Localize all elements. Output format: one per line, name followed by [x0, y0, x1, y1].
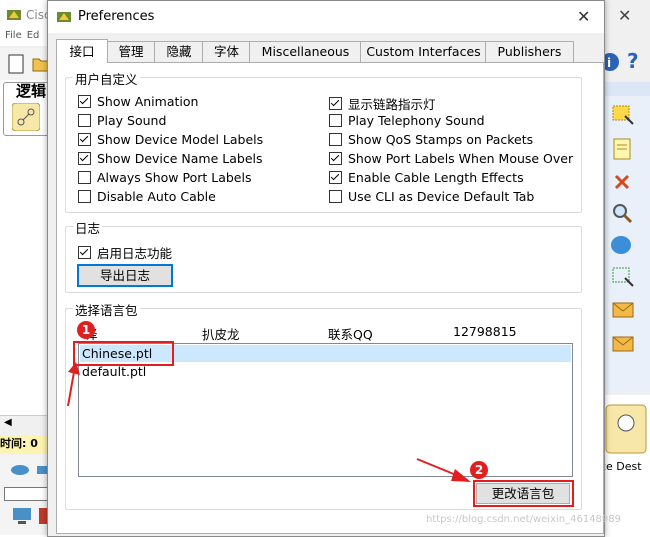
checkbox-link-lights-label: 显示链路指示灯 [348, 97, 436, 112]
logical-topology-icon [12, 103, 40, 131]
delete-tool-icon[interactable] [614, 174, 630, 190]
checkbox-disable-auto-cable[interactable]: Disable Auto Cable [78, 189, 216, 204]
checkbox-qos-stamps-box[interactable] [329, 133, 342, 146]
pdu-list-header: ce Dest [600, 460, 642, 473]
annotation-arrow-1 [67, 362, 80, 407]
checkbox-port-labels-mouse-over-box[interactable] [329, 152, 342, 165]
new-file-icon[interactable] [8, 54, 24, 74]
checkbox-enable-log[interactable]: 启用日志功能 [78, 243, 172, 262]
help-question-icon[interactable]: ? [624, 50, 644, 72]
export-log-button[interactable]: 导出日志 [77, 264, 173, 287]
router-icon[interactable] [10, 463, 30, 477]
menu-edit[interactable]: Ed [27, 30, 40, 41]
device-palette[interactable] [0, 455, 52, 535]
checkbox-device-name-labels-box[interactable] [78, 152, 91, 165]
annotation-arrow-2 [416, 458, 471, 482]
checkbox-cable-length-effects-label: Enable Cable Length Effects [348, 170, 524, 185]
checkbox-cable-length-effects-box[interactable] [329, 171, 342, 184]
checkbox-cli-default-tab[interactable]: Use CLI as Device Default Tab [329, 189, 534, 204]
background-toolbar [0, 48, 52, 80]
checkbox-telephony-sound[interactable]: Play Telephony Sound [329, 113, 485, 128]
background-menubar: File Ed [0, 30, 52, 46]
resize-shape-icon[interactable] [611, 266, 635, 288]
tab-hide[interactable]: 隐藏 [154, 41, 204, 62]
checkbox-device-model-labels[interactable]: Show Device Model Labels [78, 132, 263, 147]
add-simple-pdu-icon[interactable] [611, 300, 635, 320]
tab-miscellaneous[interactable]: Miscellaneous [249, 41, 362, 62]
annotation-highlight-change-button [473, 480, 574, 507]
checkbox-enable-log-box[interactable] [78, 246, 91, 259]
tab-interface[interactable]: 接口 [56, 39, 108, 63]
language-header-contact: 联系QQ [328, 327, 373, 342]
language-header-qq: 12798815 [453, 324, 517, 339]
dialog-title: Preferences [78, 9, 155, 24]
checkbox-cli-default-tab-label: Use CLI as Device Default Tab [348, 189, 535, 204]
annotation-badge-1: 1 [77, 321, 95, 339]
time-label: 时间: 0 [0, 435, 50, 453]
checkbox-device-name-labels-label: Show Device Name Labels [97, 151, 263, 166]
checkbox-disable-auto-cable-box[interactable] [78, 190, 91, 203]
note-tool-icon[interactable] [613, 138, 633, 160]
checkbox-link-lights[interactable]: 显示链路指示灯 [329, 94, 436, 113]
checkbox-qos-stamps-label: Show QoS Stamps on Packets [348, 132, 534, 147]
checkbox-cable-length-effects[interactable]: Enable Cable Length Effects [329, 170, 524, 185]
dialog-close-icon[interactable]: ✕ [577, 7, 590, 26]
checkbox-device-model-labels-box[interactable] [78, 133, 91, 146]
common-tools-bar [603, 82, 650, 392]
draw-shape-icon[interactable] [609, 234, 637, 256]
logical-tab-label: 逻辑 [16, 82, 47, 100]
app-close-icon[interactable]: ✕ [618, 6, 631, 25]
checkbox-device-model-labels-label: Show Device Model Labels [97, 132, 264, 147]
checkbox-show-animation-box[interactable] [78, 95, 91, 108]
pc-icon[interactable] [12, 507, 32, 525]
checkbox-cli-default-tab-box[interactable] [329, 190, 342, 203]
group-user-custom-legend: 用户自定义 [73, 69, 140, 88]
group-log-legend: 日志 [73, 218, 103, 237]
checkbox-play-sound-box[interactable] [78, 114, 91, 127]
checkbox-always-port-labels-box[interactable] [78, 171, 91, 184]
checkbox-port-labels-mouse-over-label: Show Port Labels When Mouse Over [348, 151, 574, 166]
checkbox-telephony-sound-box[interactable] [329, 114, 342, 127]
language-header-author: 扒皮龙 [202, 327, 240, 342]
checkbox-disable-auto-cable-label: Disable Auto Cable [97, 189, 216, 204]
checkbox-enable-log-label: 启用日志功能 [97, 246, 173, 261]
preferences-app-icon [57, 12, 71, 22]
checkbox-qos-stamps[interactable]: Show QoS Stamps on Packets [329, 132, 533, 147]
inspect-tool-icon[interactable] [611, 202, 633, 224]
group-language-legend: 选择语言包 [73, 300, 140, 319]
select-tool-icon[interactable] [611, 104, 635, 126]
checkbox-play-sound-label: Play Sound [97, 113, 167, 128]
tab-publishers[interactable]: Publishers [485, 41, 574, 62]
watermark-text: https://blog.csdn.net/weixin_46148989 [426, 514, 622, 525]
add-complex-pdu-icon[interactable] [611, 332, 635, 354]
checkbox-always-port-labels-label: Always Show Port Labels [97, 170, 252, 185]
checkbox-play-sound[interactable]: Play Sound [78, 113, 166, 128]
device-search-input[interactable] [4, 487, 52, 501]
tab-custom-interfaces[interactable]: Custom Interfaces [360, 41, 487, 62]
checkbox-always-port-labels[interactable]: Always Show Port Labels [78, 170, 251, 185]
checkbox-link-lights-box[interactable] [329, 97, 342, 110]
checkbox-device-name-labels[interactable]: Show Device Name Labels [78, 151, 263, 166]
checkbox-telephony-sound-label: Play Telephony Sound [348, 113, 485, 128]
tab-admin[interactable]: 管理 [106, 41, 156, 62]
horizontal-scrollbar[interactable]: ◀ [0, 415, 50, 432]
tab-font[interactable]: 字体 [202, 41, 251, 62]
checkbox-show-animation[interactable]: Show Animation [78, 94, 198, 109]
cisco-app-icon [7, 10, 21, 20]
checkbox-port-labels-mouse-over[interactable]: Show Port Labels When Mouse Over [329, 151, 573, 166]
checkbox-show-animation-label: Show Animation [97, 94, 199, 109]
menu-file[interactable]: File [5, 30, 22, 41]
svg-text:i: i [607, 56, 611, 70]
realtime-mode-icon[interactable] [602, 399, 648, 455]
svg-text:?: ? [627, 50, 639, 72]
